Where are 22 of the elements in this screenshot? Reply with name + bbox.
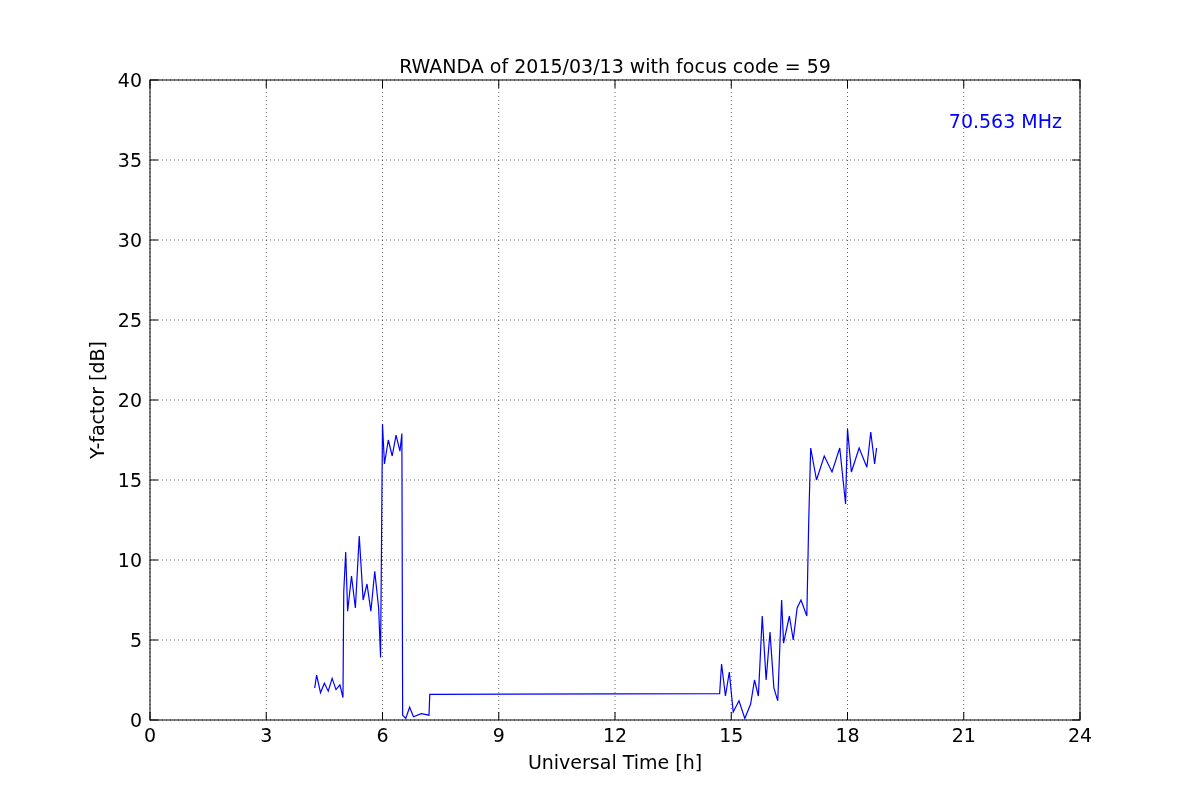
y-tick-label: 10 [117,549,142,571]
x-tick-label: 12 [602,724,628,746]
x-axis-label: Universal Time [h] [527,751,703,773]
series-label: 70.563 MHz [948,110,1062,132]
chart-title: RWANDA of 2015/03/13 with focus code = 59 [399,55,831,77]
y-tick-label: 30 [117,229,142,251]
x-tick-label: 15 [719,724,744,746]
x-tick-label: 3 [260,724,273,746]
y-tick-label: 35 [117,149,142,171]
x-tick-label: 9 [492,724,505,746]
x-tick-label: 18 [835,724,860,746]
y-axis-label: Y-factor [dB] [86,341,108,459]
x-tick-label: 0 [143,724,157,746]
y-tick-label: 5 [129,629,142,651]
y-tick-label: 20 [117,389,142,411]
y-tick-label: 0 [129,709,142,731]
y-tick-label: 40 [117,69,142,91]
x-tick-label: 24 [1067,724,1093,746]
y-tick-label: 25 [117,309,142,331]
x-tick-label: 21 [951,724,976,746]
y-tick-label: 15 [117,469,142,491]
x-tick-label: 6 [376,724,389,746]
